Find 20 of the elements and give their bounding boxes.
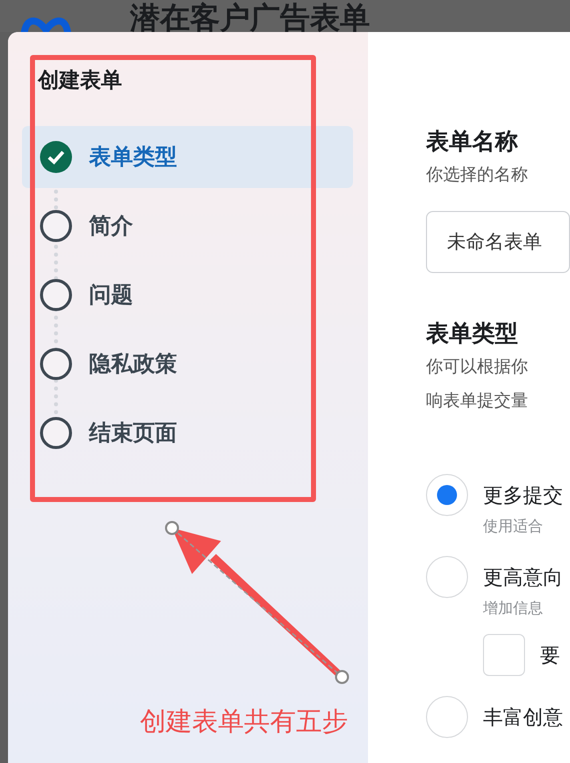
- option-hint: 增加信息: [483, 598, 543, 618]
- annotation-caption: 创建表单共有五步: [140, 706, 348, 739]
- section-description: 你选择的名称: [426, 164, 528, 187]
- page-title: 潜在客户广告表单: [130, 2, 370, 36]
- step-item[interactable]: 表单类型: [22, 126, 353, 188]
- step-item[interactable]: 简介: [22, 195, 353, 257]
- section-heading: 表单类型: [426, 320, 518, 349]
- section-description: 你可以根据你: [426, 356, 528, 379]
- section-description: 响表单提交量: [426, 390, 528, 413]
- sidebar-title: 创建表单: [38, 67, 122, 94]
- name-field[interactable]: 未命名表单: [426, 211, 570, 273]
- option-hint: 使用适合: [483, 516, 543, 536]
- step-item[interactable]: 问题: [22, 264, 353, 326]
- option-label: 丰富创意: [483, 704, 563, 731]
- section-heading: 表单名称: [426, 128, 518, 157]
- option-label: 更多提交: [483, 482, 563, 509]
- step-item[interactable]: 结束页面: [22, 402, 353, 464]
- option-label: 更高意向: [483, 564, 563, 591]
- checkbox-label: 要: [540, 642, 560, 668]
- step-item[interactable]: 隐私政策: [22, 333, 353, 395]
